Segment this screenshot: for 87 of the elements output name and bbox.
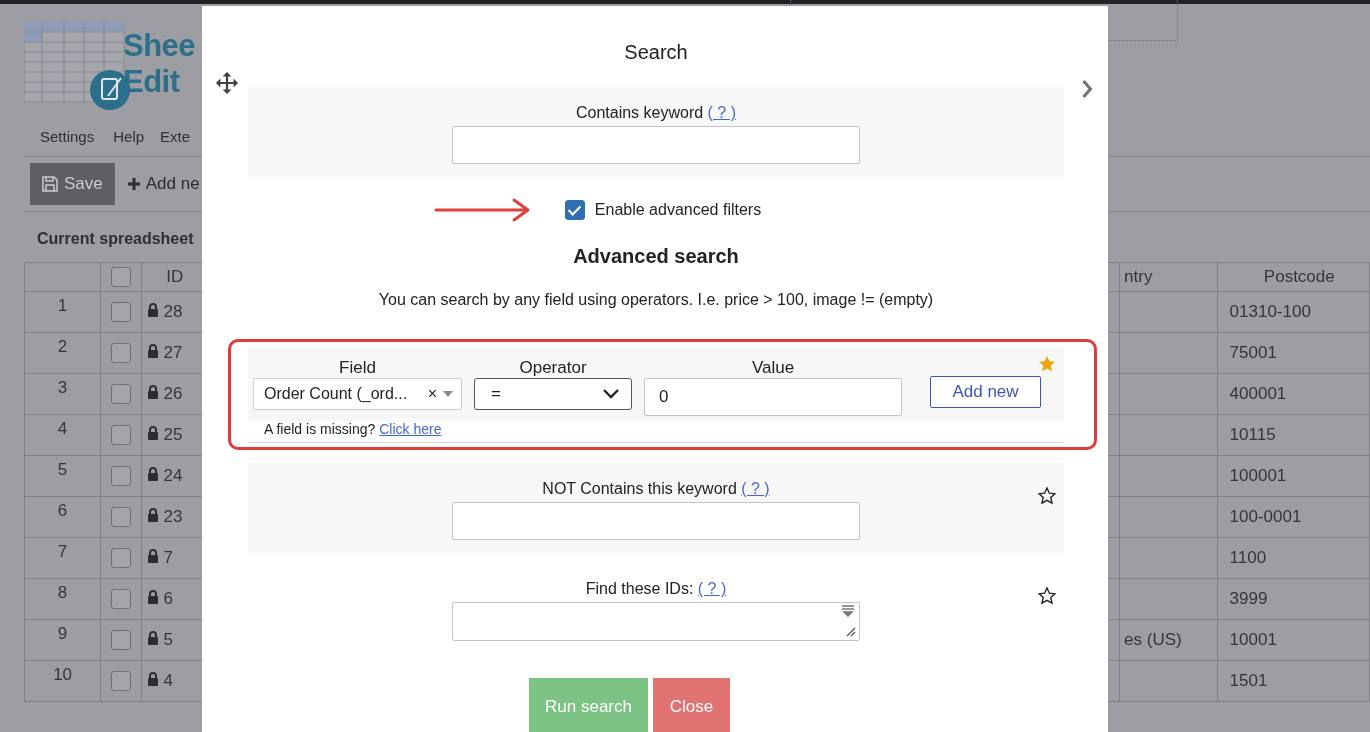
table-cell: 01310-100 [1217,291,1370,333]
table-cell: 1100 [1217,537,1370,579]
operator-select[interactable]: = [474,378,632,410]
help-link[interactable]: ( ? ) [697,580,727,597]
hint-text: You can search by any field using operators. I.e. price > 100, image != (empty) [377,290,935,310]
lock-icon [146,344,159,358]
checkbox[interactable] [111,466,131,487]
table-cell: 10115 [1217,414,1370,456]
keyword-input[interactable] [452,126,860,164]
lock-icon [146,426,159,440]
row-number: 7 [24,537,101,579]
checkbox[interactable] [111,507,131,528]
help-link[interactable]: ( ? ) [707,104,737,121]
row-number: 6 [24,496,101,538]
menu-item[interactable]: Settings [24,127,95,145]
lock-icon [146,467,159,481]
table-cell: 100001 [1217,455,1370,497]
field-label: Value [751,357,795,378]
help-link[interactable]: ( ? ) [741,480,770,497]
checkbox[interactable] [111,425,131,446]
star-icon[interactable] [1038,355,1056,373]
field-label: NOT Contains this keyword ( ? ) [542,479,770,499]
lock-icon [146,303,159,317]
keyword-input[interactable] [452,502,860,540]
lock-icon [146,549,159,563]
checkbox[interactable] [111,548,131,569]
checkbox[interactable] [111,630,131,651]
dialog-title: Search [623,40,689,64]
add-new-button[interactable]: Add ne [126,174,200,194]
help-text: A field is missing? Click here [263,421,443,437]
table-cell: 1501 [1217,660,1370,702]
ids-textarea[interactable] [452,602,860,641]
plus-icon [126,177,141,191]
checkbox[interactable] [111,343,131,364]
field-select[interactable]: Order Count (_ord... × [253,378,462,410]
checkbox[interactable] [111,267,131,288]
row-number: 10 [24,660,101,702]
field-label: Contains keyword ( ? ) [575,103,737,123]
column-header: Postcode [1217,262,1370,292]
resize-grip-icon [845,626,857,638]
lock-icon [146,672,159,686]
star-outline-icon[interactable] [1038,487,1056,505]
row-number: 1 [24,291,101,333]
checkbox[interactable] [111,671,131,692]
chevron-right-icon [1080,79,1094,99]
save-button[interactable]: Save [30,163,115,205]
row-number: 5 [24,455,101,497]
value-input[interactable]: 0 [644,378,902,416]
checkbox[interactable] [111,589,131,610]
menu-item[interactable]: Help [94,127,145,145]
lock-icon [146,631,159,645]
checkbox[interactable] [111,384,131,405]
save-icon [42,176,58,192]
scroll-arrow-icon [841,605,855,617]
lock-icon [146,508,159,522]
column-header: ntry [1119,262,1218,292]
checkbox[interactable] [564,200,585,220]
field-label: Find these IDs: ( ? ) [585,579,727,599]
dropdown-icon [443,391,453,397]
field-label: Operator [519,357,587,378]
table-cell: 400001 [1217,373,1370,415]
table-cell: 75001 [1217,332,1370,374]
checkbox[interactable] [111,302,131,323]
row-number: 8 [24,578,101,620]
field-label: Field [339,357,376,378]
lock-icon [146,385,159,399]
table-cell: es (US) [1119,619,1218,661]
clear-icon[interactable]: × [427,385,437,403]
logo-text: Shee [123,28,196,64]
row-number: 9 [24,619,101,661]
checkbox-label: Enable advanced filters [594,201,762,219]
add-new-button[interactable]: Add new [930,376,1041,408]
move-icon [216,72,238,94]
menu-item[interactable]: Exte [144,127,191,145]
close-button[interactable]: Close [653,678,730,732]
table-cell: 100-0001 [1217,496,1370,538]
row-number: 3 [24,373,101,415]
chevron-down-icon [603,389,619,399]
spreadsheet-heading: Current spreadsheet [37,229,194,249]
section-heading: Advanced search [572,244,740,268]
star-outline-icon[interactable] [1038,587,1056,605]
lock-icon [146,590,159,604]
table-cell: 3999 [1217,578,1370,620]
click-here-link[interactable]: Click here [379,421,442,437]
row-number: 2 [24,332,101,374]
row-number: 4 [24,414,101,456]
table-cell: 10001 [1217,619,1370,661]
